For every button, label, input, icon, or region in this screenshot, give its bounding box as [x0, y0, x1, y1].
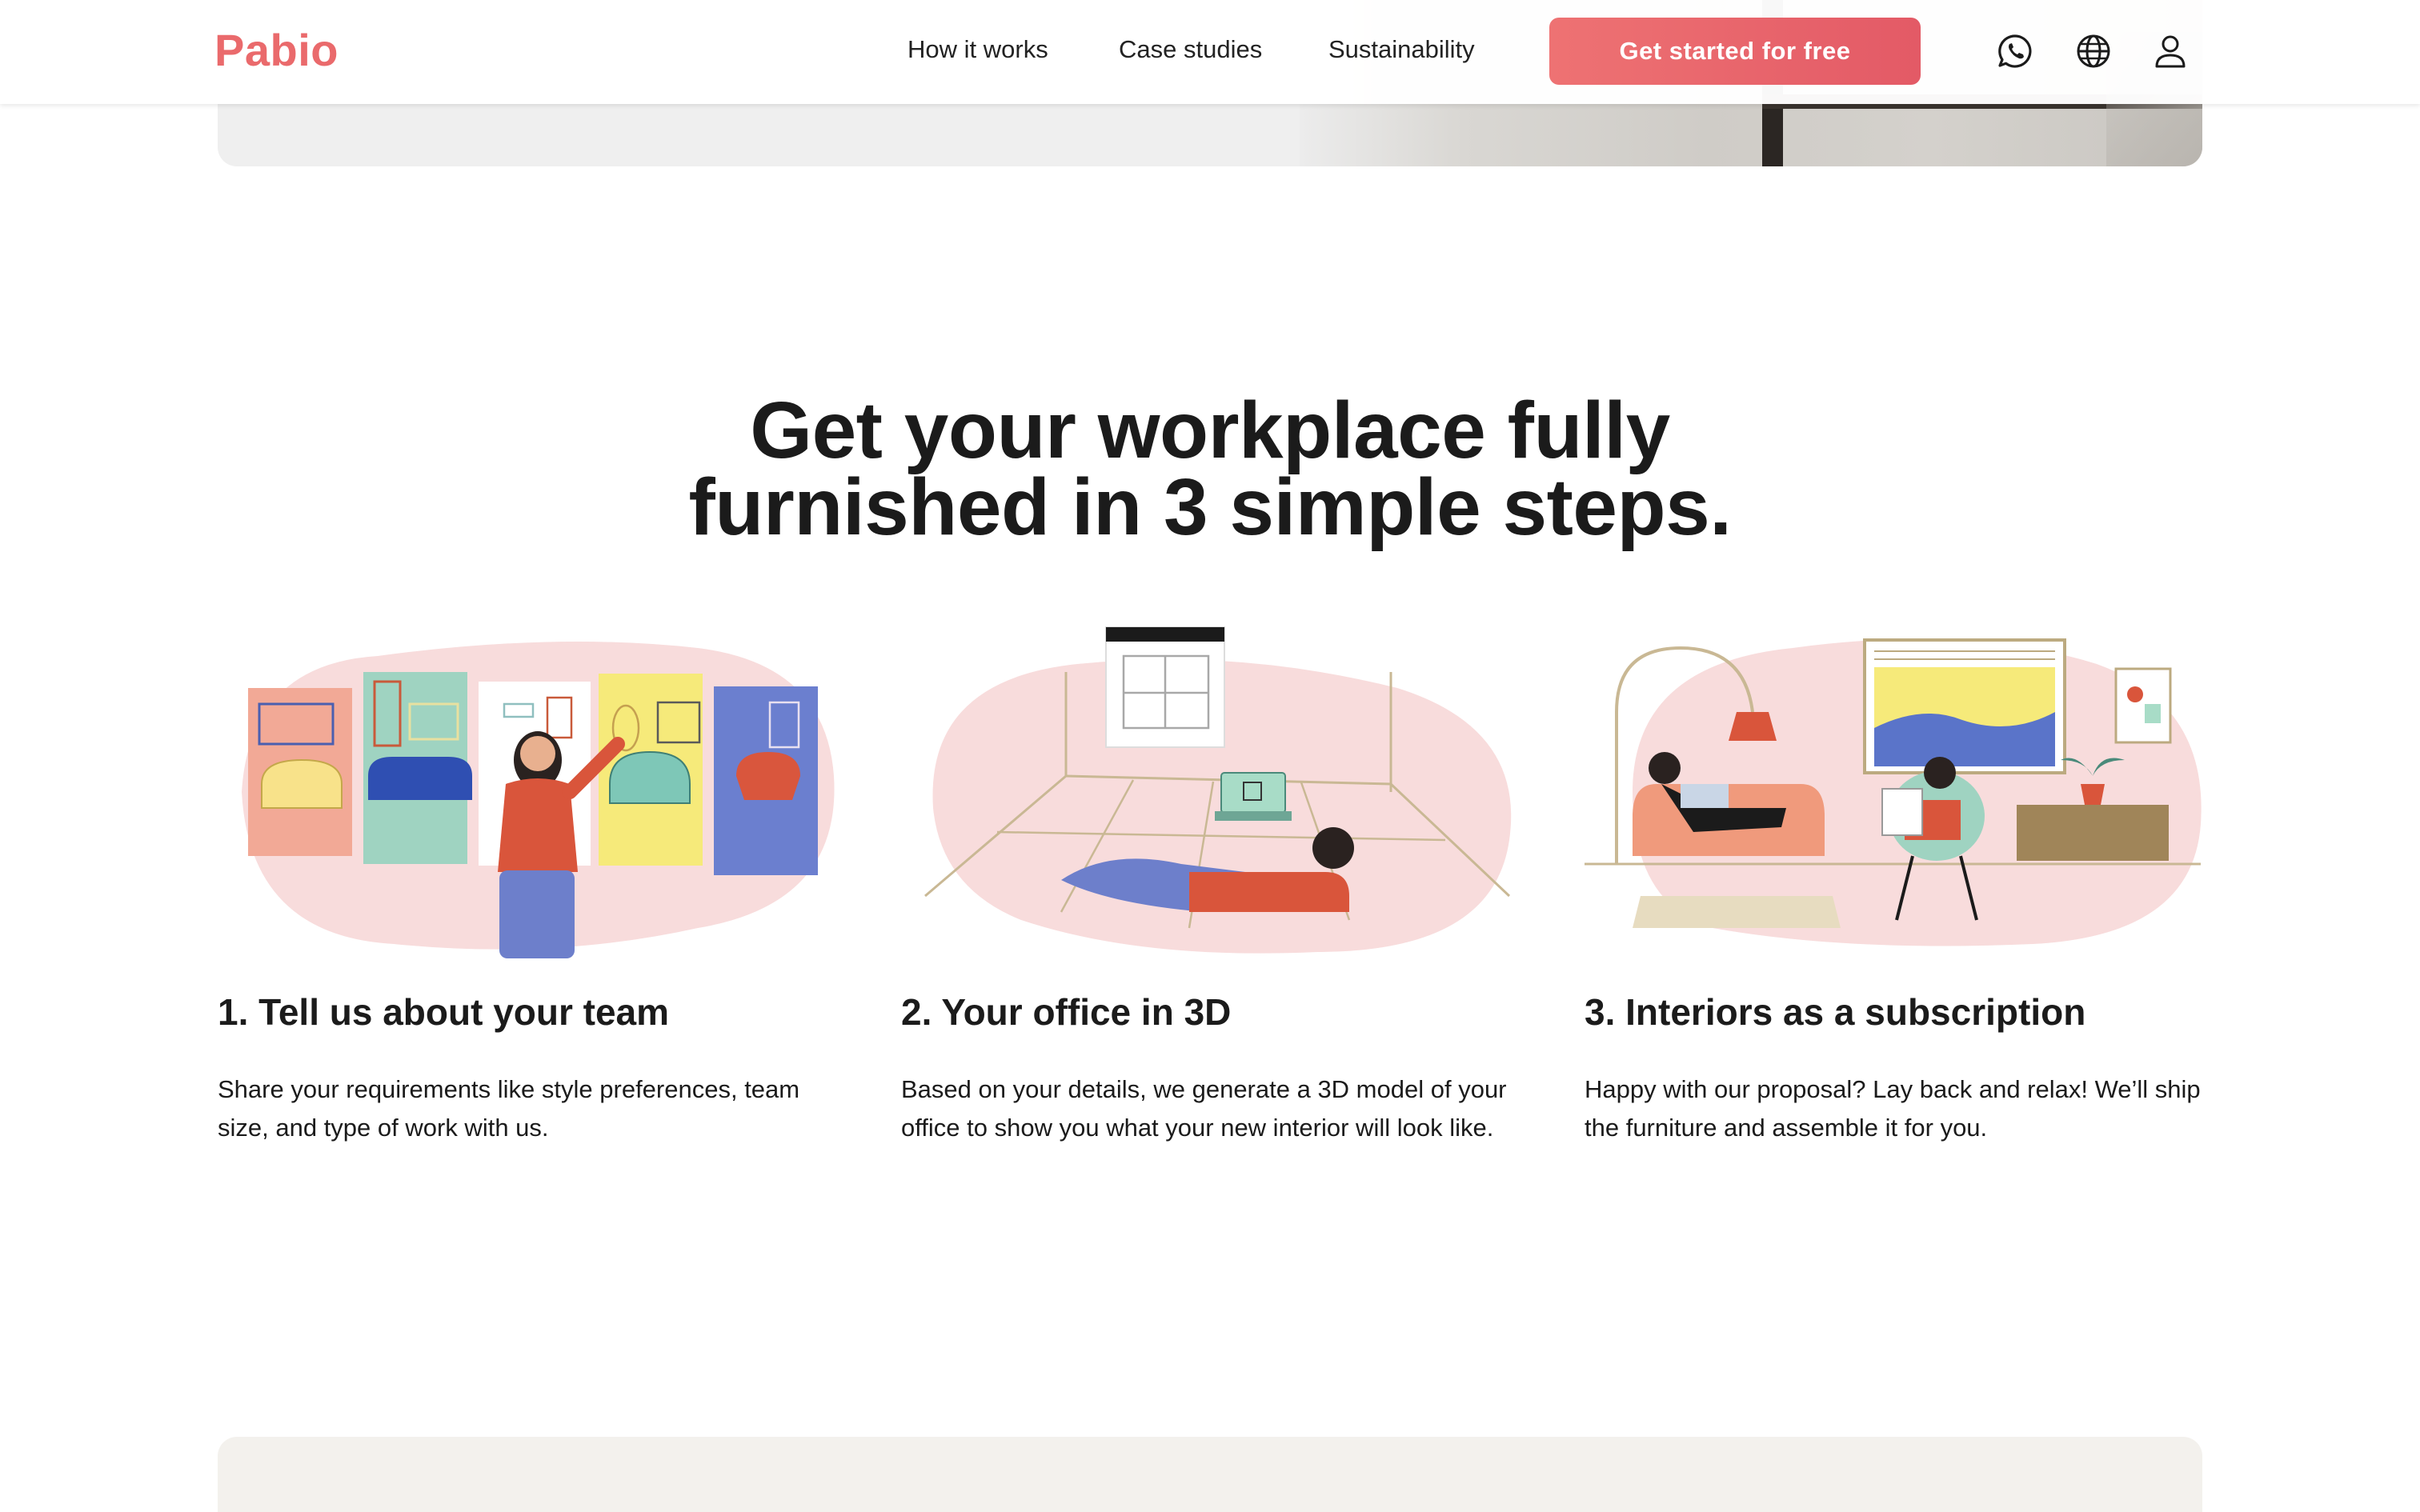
nav-how-it-works[interactable]: How it works [908, 35, 1048, 64]
user-icon[interactable] [2151, 32, 2190, 70]
nav-sustainability[interactable]: Sustainability [1328, 35, 1475, 64]
whatsapp-icon[interactable] [1996, 32, 2034, 70]
step-1-description: Share your requirements like style prefe… [218, 1075, 800, 1142]
step-3-title: 3. Interiors as a subscription [1585, 991, 2086, 1033]
section-headline: Get your workplace fully furnished in 3 … [0, 386, 2420, 552]
step-2-title: 2. Your office in 3D [901, 991, 1232, 1033]
step-3: 3. Interiors as a subscription Happy wit… [1585, 616, 2209, 1147]
step-1: 1. Tell us about your team Share your re… [218, 616, 842, 1147]
step-1-title: 1. Tell us about your team [218, 991, 670, 1033]
nav-case-studies[interactable]: Case studies [1119, 35, 1262, 64]
next-section-card [218, 1437, 2202, 1512]
logo[interactable]: Pabio [214, 24, 339, 76]
page: Pabio How it works Case studies Sustaina… [0, 0, 2420, 1512]
step-2-description: Based on your details, we generate a 3D … [901, 1075, 1507, 1142]
get-started-button[interactable]: Get started for free [1549, 18, 1921, 85]
step-2: 2. Your office in 3D Based on your detai… [901, 616, 1525, 1147]
step-3-illustration [1585, 638, 2202, 946]
headline-line-1: Get your workplace fully [750, 386, 1670, 475]
step-3-description: Happy with our proposal? Lay back and re… [1585, 1075, 2201, 1142]
step-2-illustration [924, 626, 1512, 954]
headline-line-2: furnished in 3 simple steps. [688, 462, 1733, 552]
step-1-illustration [242, 642, 835, 958]
site-header: Pabio How it works Case studies Sustaina… [0, 0, 2420, 104]
globe-icon[interactable] [2074, 32, 2113, 70]
